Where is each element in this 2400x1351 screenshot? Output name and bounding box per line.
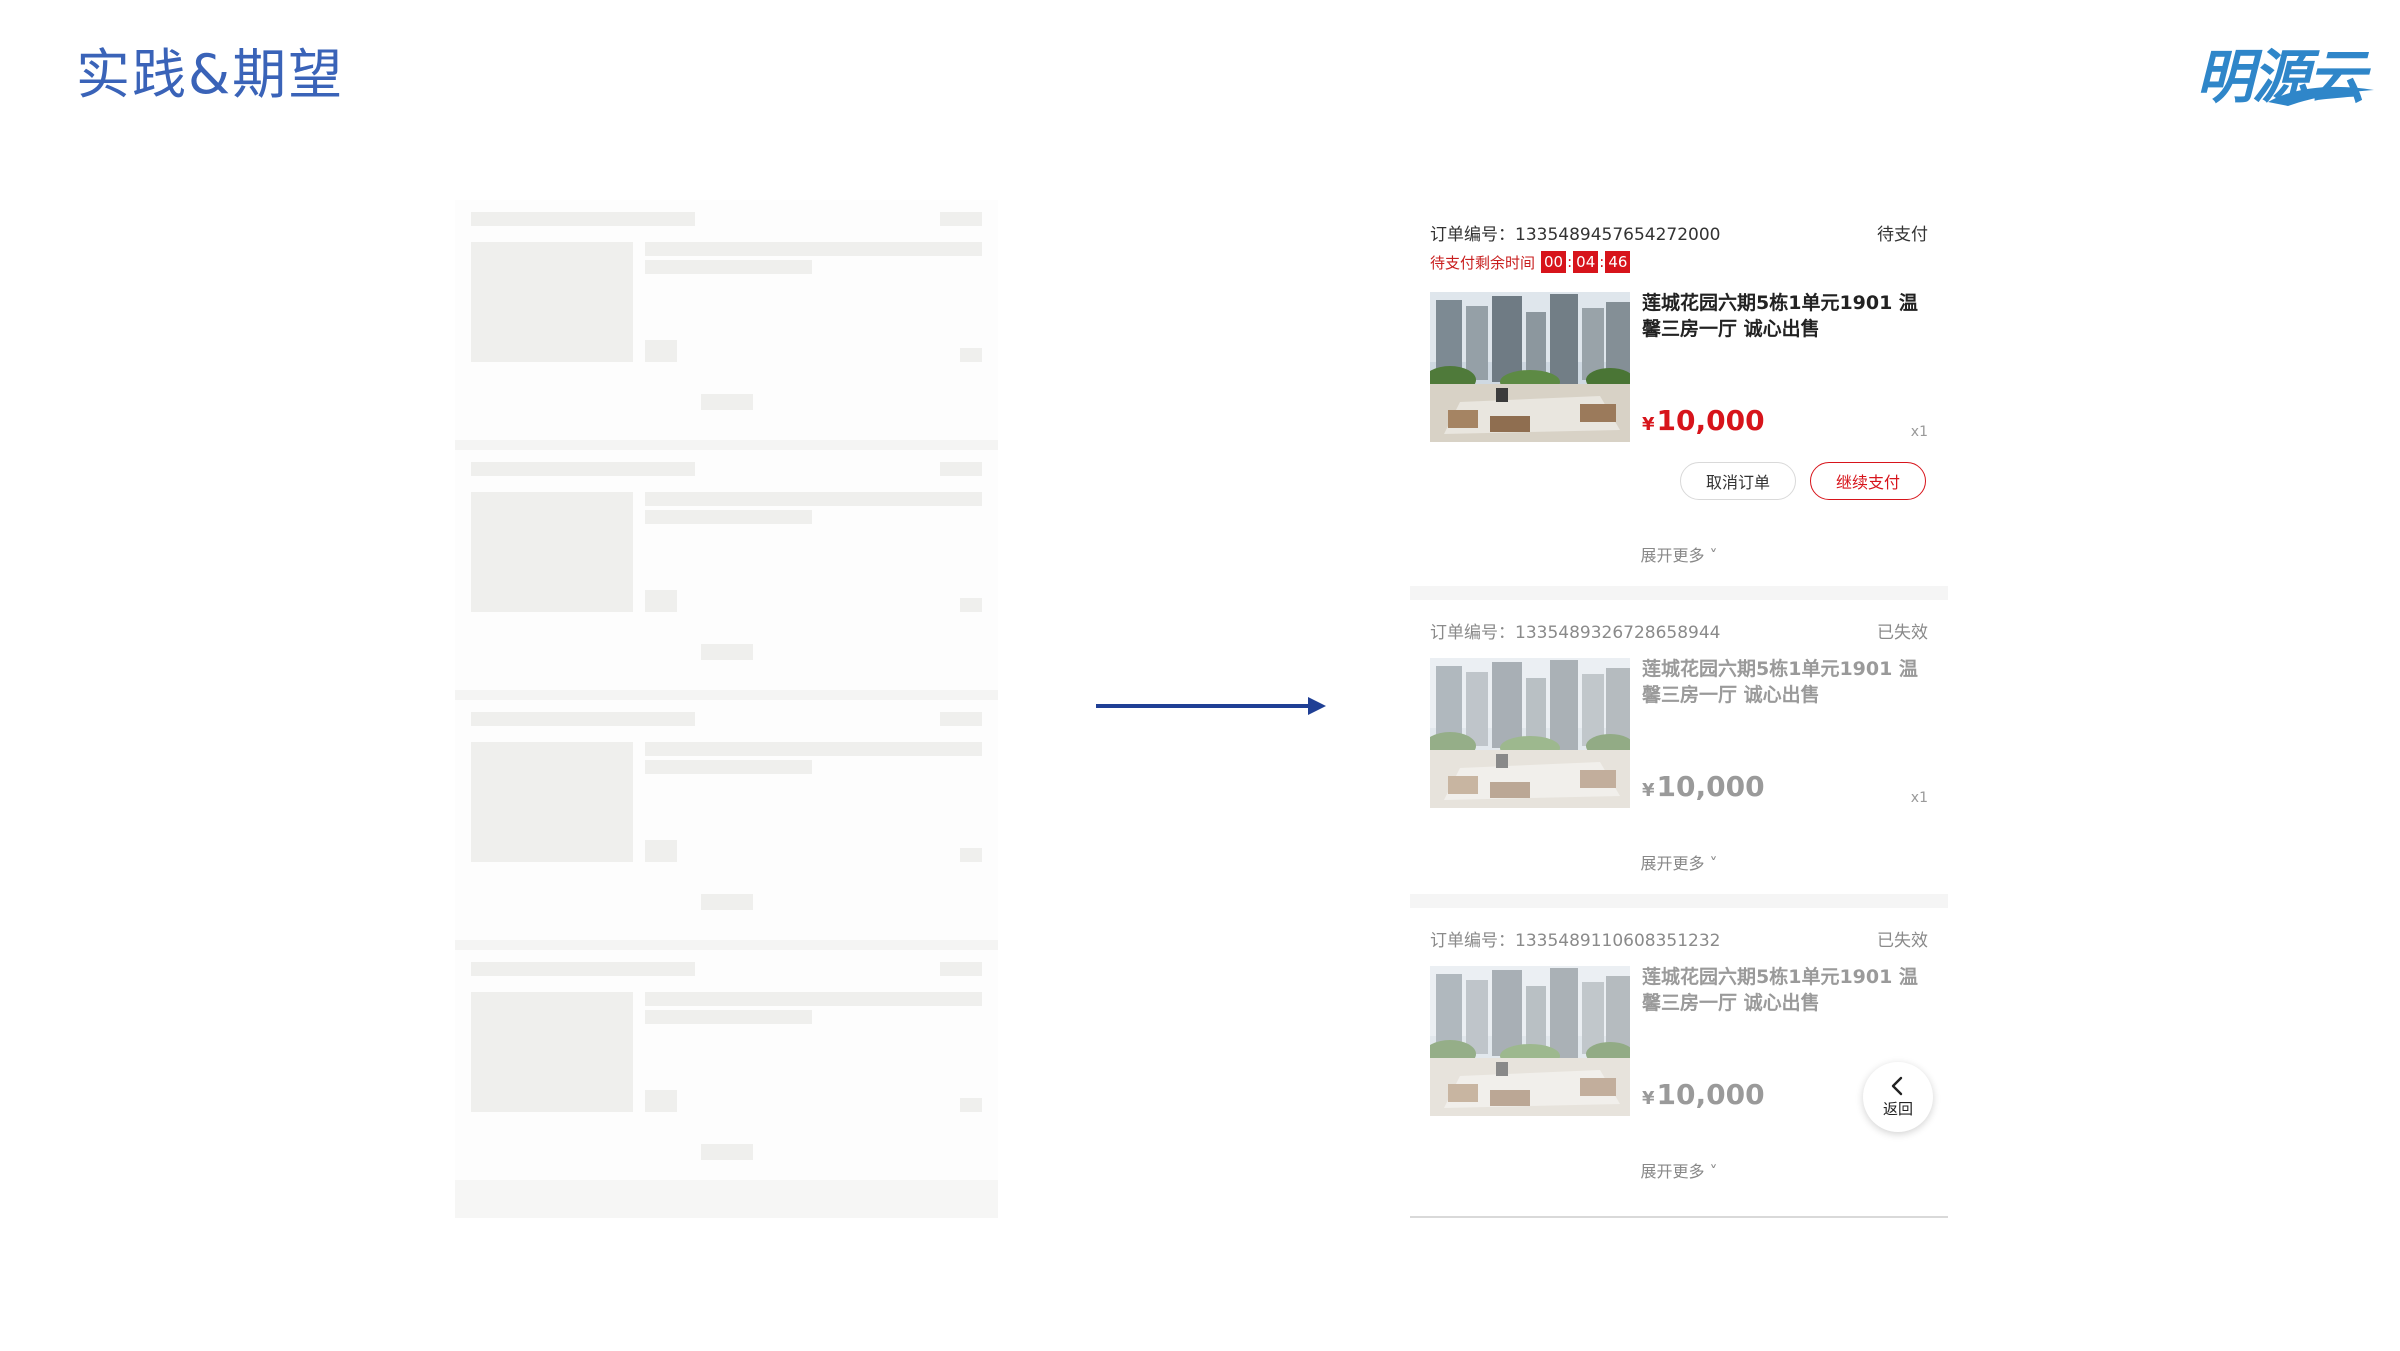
product-title[interactable]: 莲城花园六期5栋1单元1901 温馨三房一厅 诚心出售 — [1642, 656, 1932, 708]
skeleton-screen — [455, 200, 998, 1218]
product-price: ¥10,000 — [1642, 1078, 1765, 1111]
product-thumbnail[interactable] — [1430, 292, 1630, 442]
order-number: 订单编号：1335489110608351232 — [1430, 931, 1721, 951]
product-title[interactable]: 莲城花园六期5栋1单元1901 温馨三房一厅 诚心出售 — [1642, 964, 1932, 1016]
order-status: 已失效 — [1877, 931, 1928, 951]
currency-symbol: ¥ — [1642, 1088, 1655, 1109]
skeleton-card — [455, 200, 998, 440]
order-status: 待支付 — [1877, 225, 1928, 245]
price-value: 10,000 — [1656, 404, 1765, 437]
product-quantity: x1 — [1910, 424, 1928, 440]
continue-pay-button[interactable]: 继续支付 — [1810, 462, 1926, 500]
payment-countdown: 待支付剩余时间 00 : 04 : 46 — [1430, 250, 1631, 274]
product-price: ¥10,000 — [1642, 404, 1765, 437]
skeleton-card — [455, 450, 998, 690]
expand-more-link[interactable]: 展开更多 ˅ — [1410, 1158, 1948, 1182]
back-label: 返回 — [1882, 1099, 1913, 1118]
price-value: 10,000 — [1656, 770, 1765, 803]
skeleton-card — [455, 700, 998, 940]
slide-title: 实践&期望 — [76, 43, 345, 106]
product-price: ¥10,000 — [1642, 770, 1765, 803]
order-list-screen: 订单编号：1335489457654272000 待支付 待支付剩余时间 00 … — [1410, 200, 1948, 1218]
countdown-seconds: 46 — [1605, 251, 1631, 273]
expand-more-link[interactable]: 展开更多 ˅ — [1410, 542, 1948, 566]
logo-swoosh-icon — [2268, 86, 2374, 106]
countdown-label: 待支付剩余时间 — [1430, 253, 1536, 272]
order-card[interactable]: 订单编号：1335489326728658944 已失效 莲城花园六期5栋1单元… — [1410, 600, 1948, 894]
countdown-minutes: 04 — [1573, 251, 1599, 273]
order-card[interactable]: 订单编号：1335489457654272000 待支付 待支付剩余时间 00 … — [1410, 200, 1948, 586]
countdown-hours: 00 — [1541, 251, 1567, 273]
product-quantity: x1 — [1910, 790, 1928, 806]
order-status: 已失效 — [1877, 623, 1928, 643]
product-title[interactable]: 莲城花园六期5栋1单元1901 温馨三房一厅 诚心出售 — [1642, 290, 1932, 342]
order-number: 订单编号：1335489457654272000 — [1430, 225, 1721, 245]
product-thumbnail[interactable] — [1430, 658, 1630, 808]
brand-logo: 明源云 — [2196, 26, 2376, 111]
price-value: 10,000 — [1656, 1078, 1765, 1111]
currency-symbol: ¥ — [1642, 414, 1655, 435]
currency-symbol: ¥ — [1642, 780, 1655, 801]
order-number: 订单编号：1335489326728658944 — [1430, 623, 1721, 643]
order-card[interactable]: 订单编号：1335489110608351232 已失效 莲城花园六期5栋1单元… — [1410, 908, 1948, 1202]
cancel-order-button[interactable]: 取消订单 — [1680, 462, 1796, 500]
expand-more-link[interactable]: 展开更多 ˅ — [1410, 850, 1948, 874]
back-button[interactable]: 返回 — [1863, 1062, 1933, 1132]
chevron-left-icon — [1891, 1076, 1903, 1095]
product-thumbnail[interactable] — [1430, 966, 1630, 1116]
skeleton-card — [455, 950, 998, 1190]
right-arrow-icon — [1096, 697, 1326, 715]
